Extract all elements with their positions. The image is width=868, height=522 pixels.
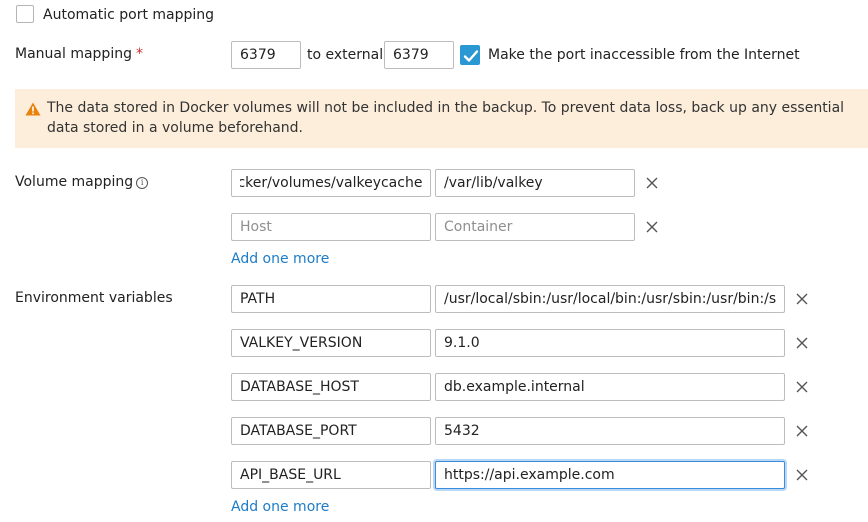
remove-env-icon[interactable] [794, 291, 810, 307]
port-inaccessible-label: Make the port inaccessible from the Inte… [488, 47, 800, 63]
env-value-input[interactable] [435, 329, 785, 357]
volume-container-input[interactable] [435, 169, 635, 197]
add-volume-link[interactable]: Add one more [231, 249, 329, 269]
external-port-input[interactable] [384, 41, 454, 69]
remove-new-volume-icon[interactable] [644, 219, 660, 235]
new-volume-container-input[interactable] [435, 213, 635, 241]
env-value-input-focused[interactable] [435, 461, 785, 489]
checkmark-icon [463, 50, 479, 62]
to-external-label: to external [307, 47, 384, 63]
manual-mapping-label: Manual mapping * [15, 44, 143, 64]
warning-icon [25, 102, 41, 116]
auto-port-mapping-checkbox[interactable] [16, 5, 34, 23]
manual-mapping-text: Manual mapping [15, 46, 132, 62]
volume-host-input[interactable] [231, 169, 431, 197]
volume-mapping-label: Volume mapping i [15, 172, 149, 192]
remove-volume-icon[interactable] [644, 175, 660, 191]
add-env-link[interactable]: Add one more [231, 497, 329, 517]
internal-port-input[interactable] [231, 41, 301, 69]
info-icon[interactable]: i [136, 177, 149, 189]
env-value-input[interactable] [435, 417, 785, 445]
env-name-input[interactable] [231, 373, 431, 401]
volume-mapping-text: Volume mapping [15, 174, 134, 190]
backup-warning-banner: The data stored in Docker volumes will n… [15, 89, 868, 148]
warning-text: The data stored in Docker volumes will n… [47, 100, 845, 136]
env-name-input[interactable] [231, 285, 431, 313]
env-value-input[interactable] [435, 373, 785, 401]
env-name-input[interactable] [231, 417, 431, 445]
env-name-input[interactable] [231, 329, 431, 357]
remove-env-icon[interactable] [794, 335, 810, 351]
required-mark: * [135, 46, 143, 62]
new-volume-host-input[interactable] [231, 213, 431, 241]
remove-env-icon[interactable] [794, 467, 810, 483]
remove-env-icon[interactable] [794, 379, 810, 395]
env-vars-label: Environment variables [15, 290, 173, 306]
env-name-input[interactable] [231, 461, 431, 489]
port-inaccessible-checkbox[interactable] [460, 45, 480, 65]
remove-env-icon[interactable] [794, 423, 810, 439]
auto-port-mapping-label: Automatic port mapping [43, 7, 215, 23]
env-value-input[interactable] [435, 285, 785, 313]
